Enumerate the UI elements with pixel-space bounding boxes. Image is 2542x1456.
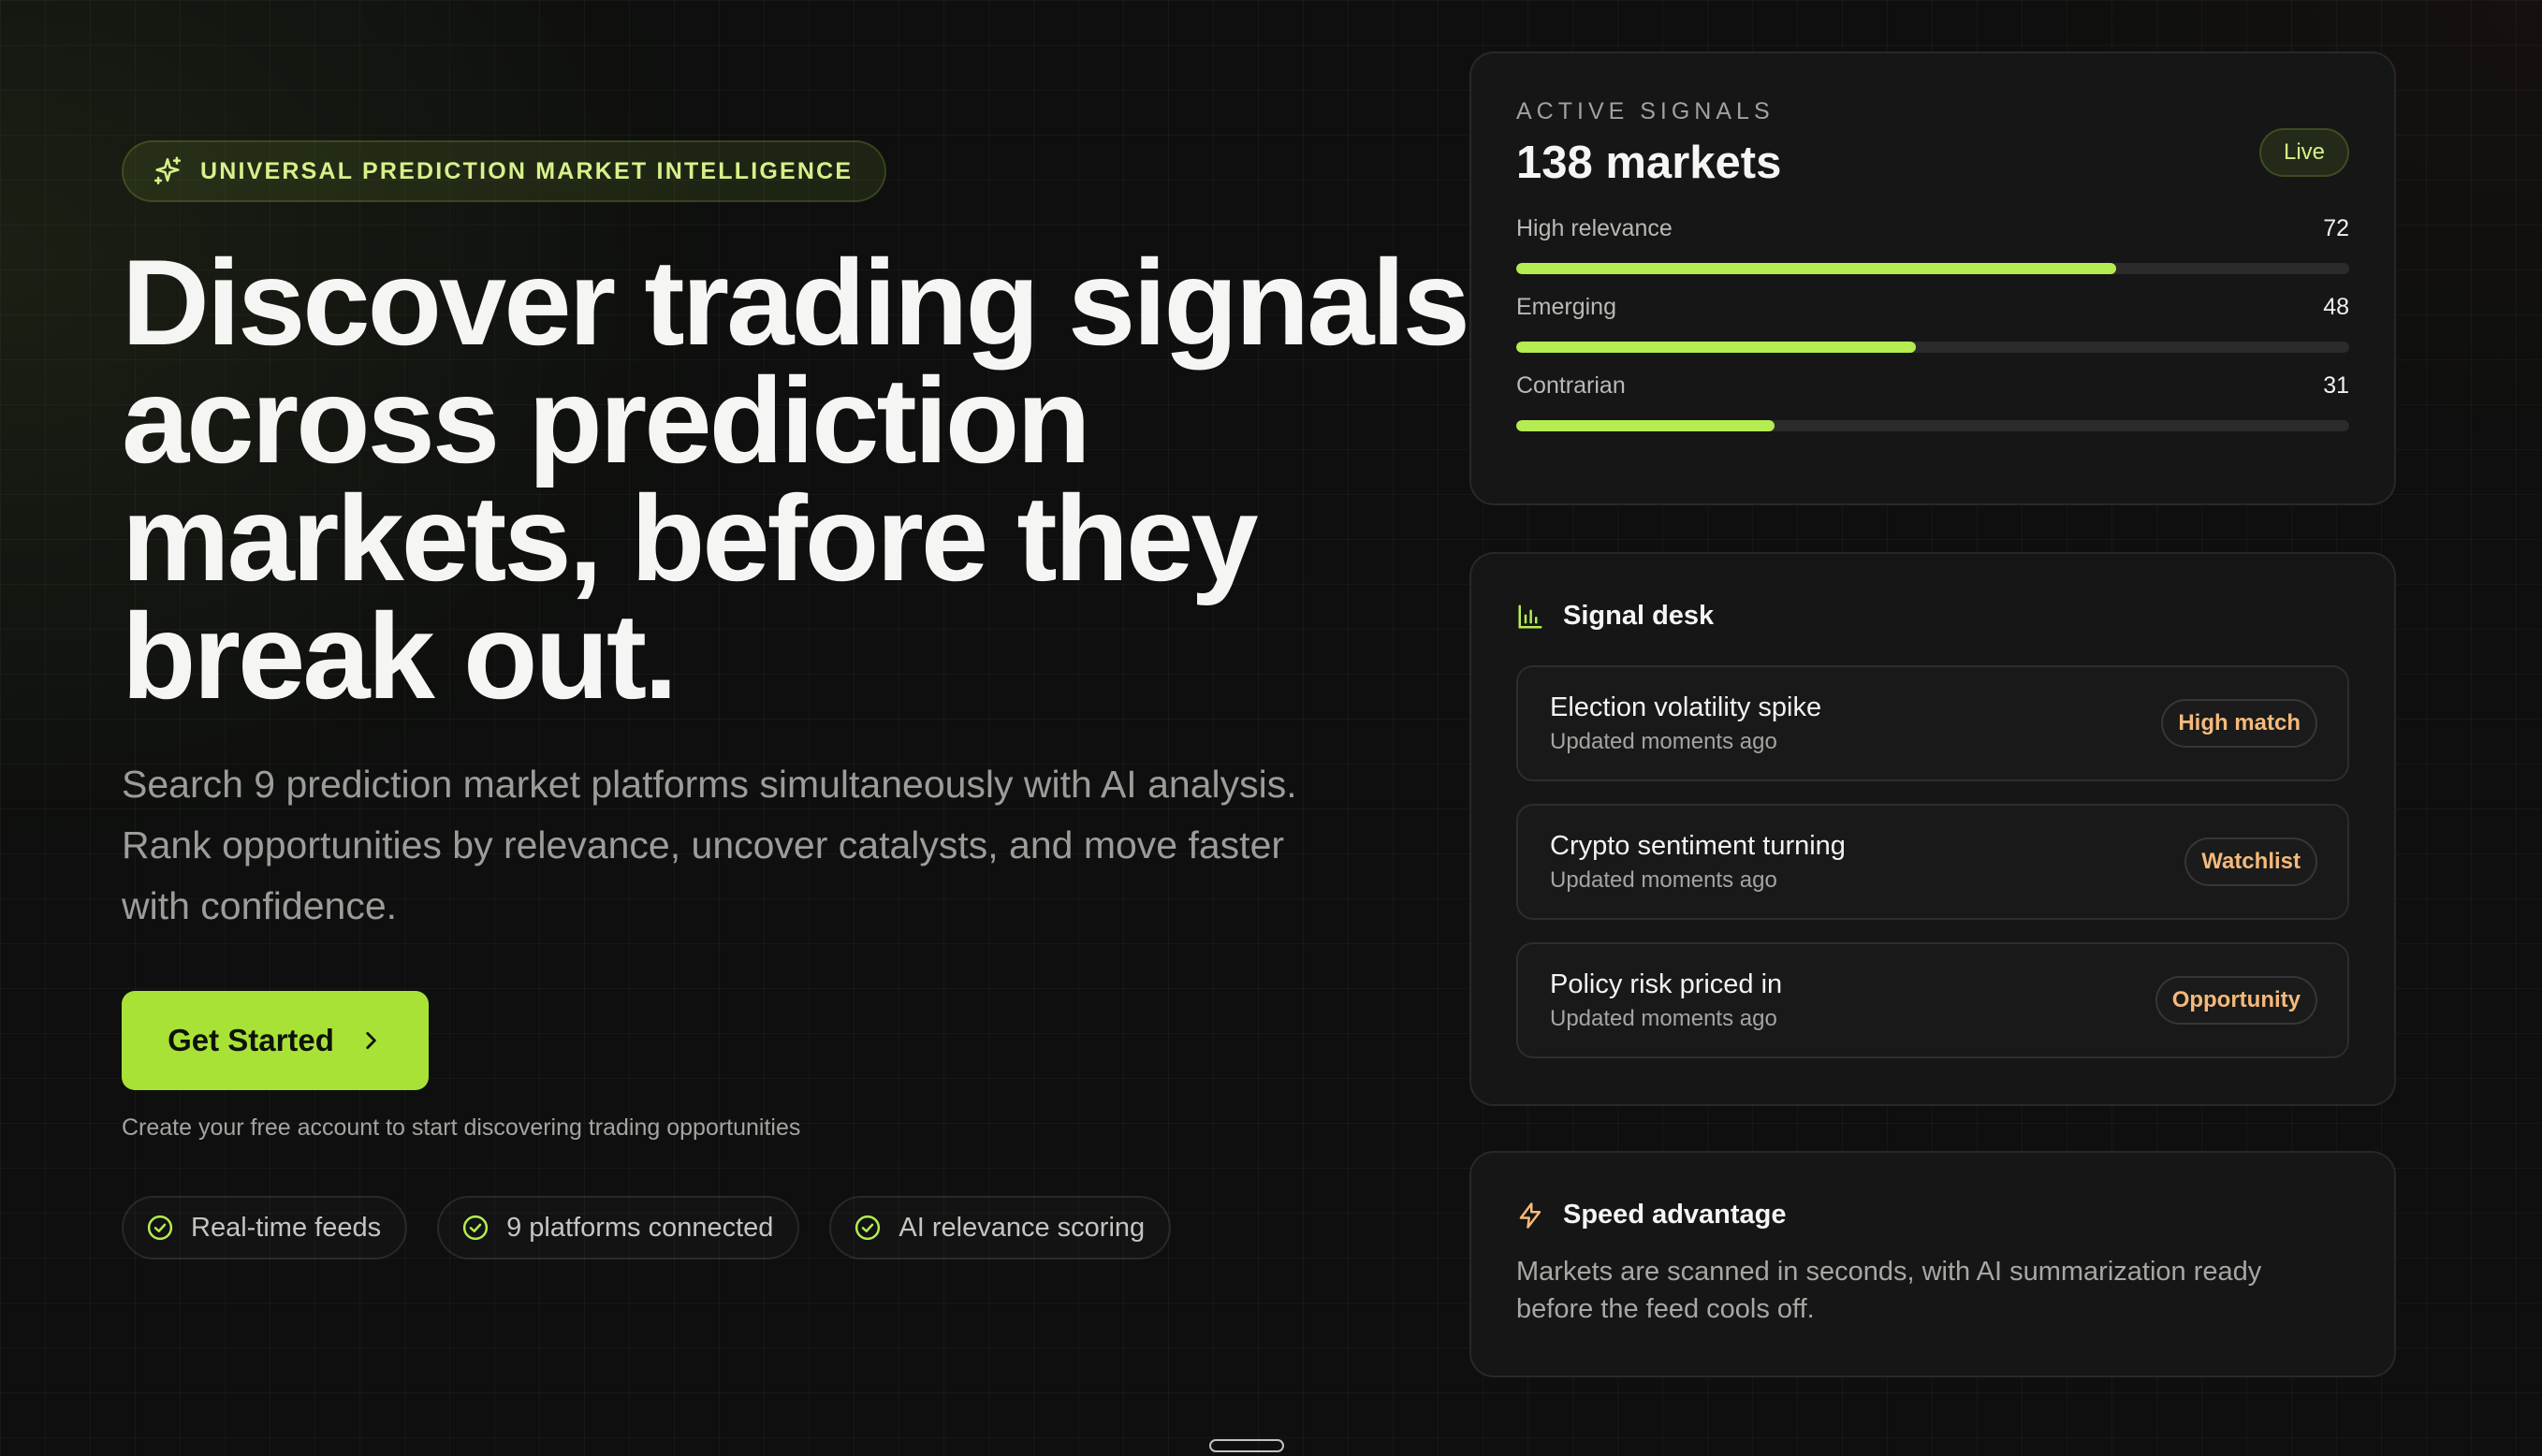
- active-signals-card: ACTIVE SIGNALS 138 markets Live High rel…: [1469, 51, 2396, 505]
- progress-fill: [1516, 342, 1917, 353]
- chevron-right-icon: [366, 1032, 376, 1049]
- card-header: Speed advantage: [1516, 1200, 2349, 1230]
- hero-description: Search 9 prediction market platforms sim…: [122, 754, 1413, 937]
- check-circle-icon: [855, 1215, 881, 1241]
- lightning-icon: [1519, 1201, 1541, 1229]
- meter-row: Emerging 48: [1516, 294, 2349, 372]
- lede-line: Search 9 prediction market platforms sim…: [122, 763, 1297, 806]
- scroll-indicator[interactable]: [1209, 1439, 1284, 1452]
- eyebrow-text: UNIVERSAL PREDICTION MARKET INTELLIGENCE: [200, 157, 854, 184]
- meter-label: Emerging: [1516, 294, 1616, 320]
- progress-fill: [1516, 263, 2116, 274]
- signal-name: Policy risk priced in: [1550, 968, 1783, 999]
- meter-row: Contrarian 31: [1516, 372, 2349, 451]
- feature-label: AI relevance scoring: [898, 1212, 1146, 1243]
- signal-updated: Updated moments ago: [1550, 1005, 1777, 1031]
- signal-list: Election volatility spike Updated moment…: [1516, 665, 2349, 1058]
- meter-value: 31: [2323, 372, 2349, 399]
- card-title: Speed advantage: [1563, 1200, 1787, 1230]
- meter-row: High relevance 72: [1516, 215, 2349, 294]
- lede-line: Rank opportunities by relevance, uncover…: [122, 823, 1285, 866]
- headline-line: break out.: [122, 588, 678, 724]
- card-header: Signal desk: [1516, 601, 2349, 632]
- get-started-button[interactable]: Get Started: [122, 991, 429, 1090]
- check-circle-icon: [147, 1215, 173, 1241]
- meter-value: 48: [2323, 294, 2349, 320]
- card-title: Signal desk: [1563, 601, 1715, 631]
- eyebrow-badge: UNIVERSAL PREDICTION MARKET INTELLIGENCE: [122, 140, 887, 202]
- headline-line: Discover trading signals: [122, 234, 1470, 371]
- speed-advantage-card: Speed advantage Markets are scanned in s…: [1469, 1151, 2396, 1377]
- meter-label: Contrarian: [1516, 372, 1626, 399]
- bar-chart-icon: [1518, 604, 1542, 628]
- check-circle-icon: [462, 1215, 489, 1241]
- signal-desk-card: Signal desk Election volatility spike Up…: [1469, 552, 2396, 1106]
- signal-updated: Updated moments ago: [1550, 728, 1777, 754]
- feature-label: Real-time feeds: [191, 1212, 382, 1243]
- signal-name: Crypto sentiment turning: [1550, 830, 1846, 861]
- progress-track: [1516, 420, 2349, 431]
- status-badge: Live: [2258, 128, 2349, 177]
- headline-line: markets, before they: [122, 470, 1259, 606]
- headline-line: across prediction: [122, 352, 1091, 488]
- feature-label: 9 platforms connected: [506, 1212, 774, 1243]
- sparkles-icon: [153, 156, 182, 185]
- meter-label: High relevance: [1516, 215, 1673, 241]
- list-item[interactable]: Election volatility spike Updated moment…: [1516, 665, 2349, 781]
- feature-pill: 9 platforms connected: [437, 1196, 800, 1259]
- speed-description: Markets are scanned in seconds, with AI …: [1516, 1253, 2349, 1328]
- signal-tag: High match: [2161, 699, 2317, 748]
- feature-list: Real-time feeds 9 platforms connected AI…: [122, 1196, 1432, 1259]
- lede-line: with confidence.: [122, 884, 398, 927]
- get-started-label: Get Started: [168, 1023, 334, 1057]
- hero-section: UNIVERSAL PREDICTION MARKET INTELLIGENCE…: [122, 140, 1470, 1259]
- progress-track: [1516, 263, 2349, 274]
- signal-name: Election volatility spike: [1550, 692, 1822, 722]
- card-kicker: ACTIVE SIGNALS: [1516, 98, 1775, 124]
- meter-value: 72: [2323, 215, 2349, 241]
- progress-track: [1516, 342, 2349, 353]
- cta-note: Create your free account to start discov…: [122, 1114, 801, 1141]
- signal-tag: Watchlist: [2184, 837, 2317, 886]
- market-count: 138 markets: [1516, 138, 1782, 188]
- signal-updated: Updated moments ago: [1550, 866, 1777, 893]
- list-item[interactable]: Crypto sentiment turning Updated moments…: [1516, 804, 2349, 920]
- speed-line: Markets are scanned in seconds, with AI …: [1516, 1257, 2262, 1287]
- speed-line: before the feed cools off.: [1516, 1294, 1815, 1324]
- progress-fill: [1516, 420, 1775, 431]
- page-title: Discover trading signals across predicti…: [122, 234, 1470, 724]
- signal-tag: Opportunity: [2155, 976, 2317, 1025]
- feature-pill: Real-time feeds: [122, 1196, 408, 1259]
- feature-pill: AI relevance scoring: [829, 1196, 1172, 1259]
- signal-meters: High relevance 72 Emerging 48 Contrarian…: [1516, 215, 2349, 451]
- list-item[interactable]: Policy risk priced in Updated moments ag…: [1516, 942, 2349, 1058]
